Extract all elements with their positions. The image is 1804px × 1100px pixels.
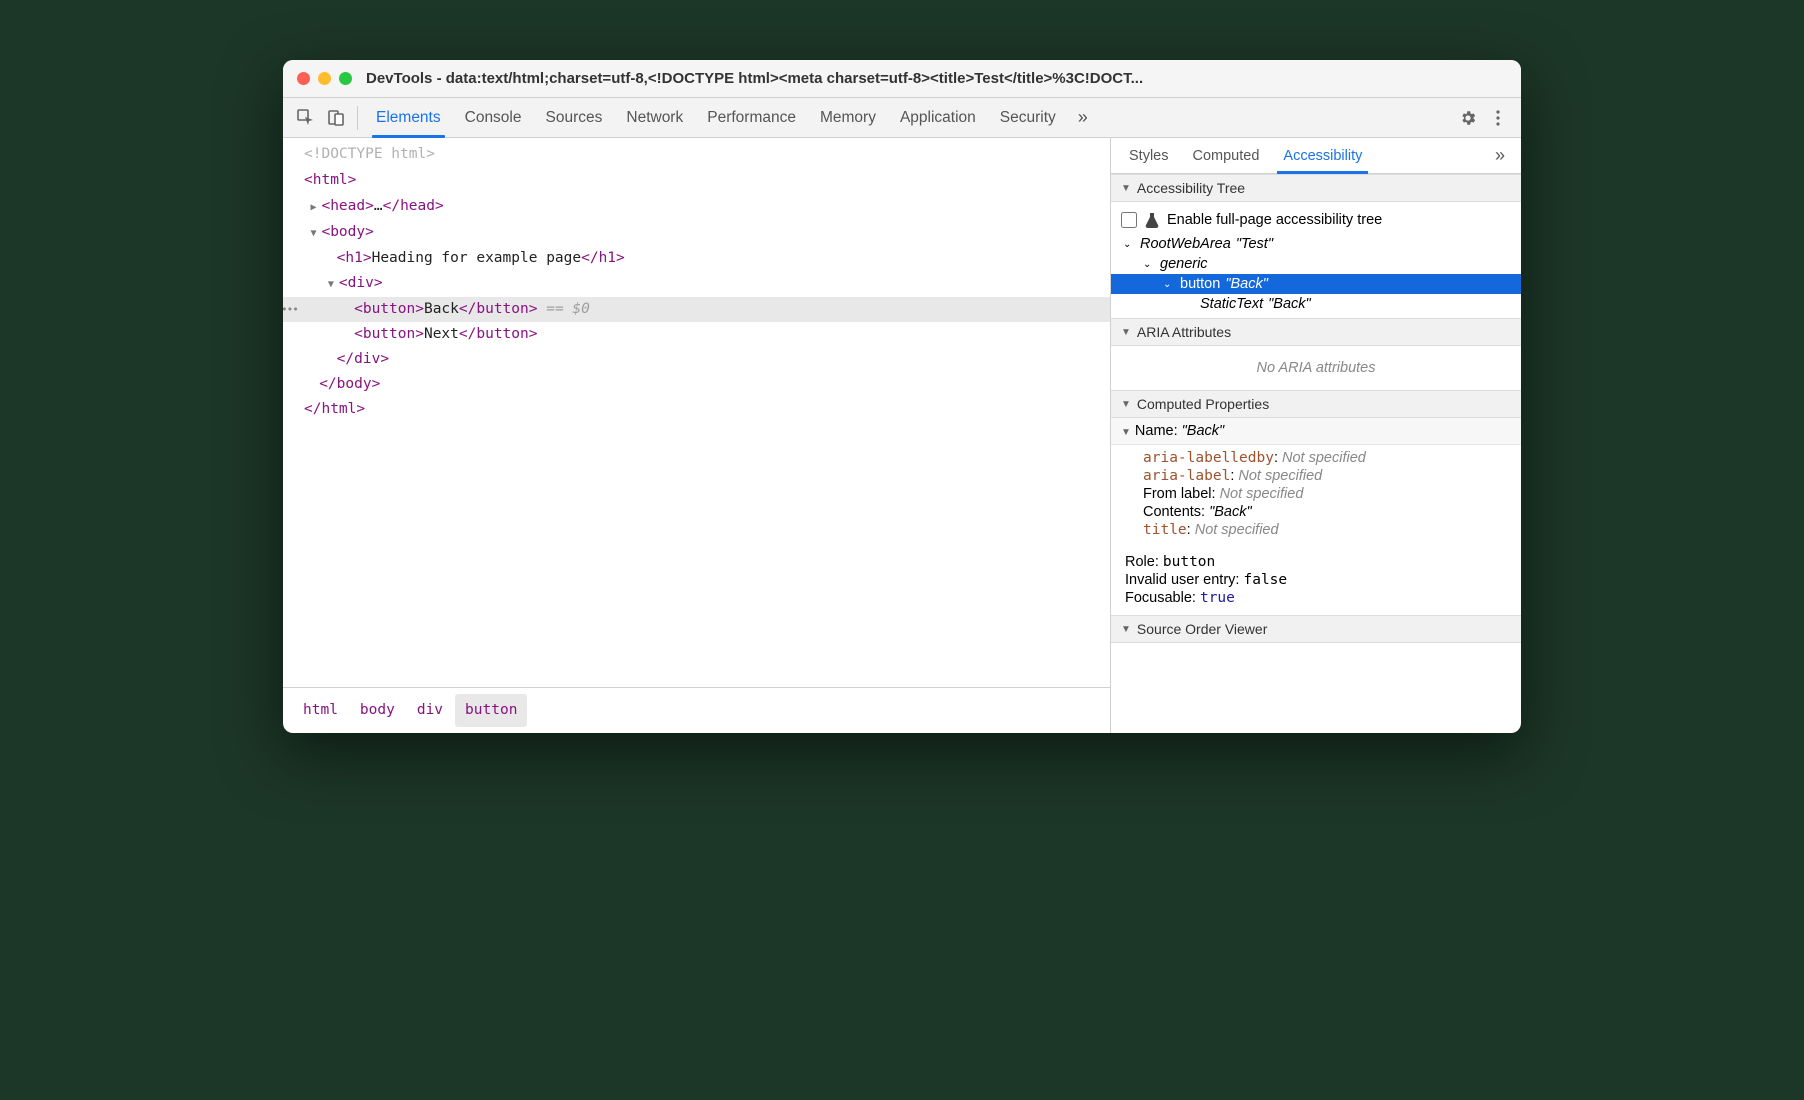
aria-body: No ARIA attributes (1111, 346, 1521, 390)
aria-empty-message: No ARIA attributes (1111, 350, 1521, 386)
prop-from-label: From label: Not specified (1143, 485, 1507, 503)
doctype-node[interactable]: <!DOCTYPE html> (304, 146, 435, 162)
main-toolbar: Elements Console Sources Network Perform… (283, 98, 1521, 138)
crumb-div[interactable]: div (407, 694, 453, 727)
more-tabs-icon[interactable]: » (1068, 107, 1098, 128)
device-toggle-icon[interactable] (321, 103, 351, 133)
subtab-accessibility[interactable]: Accessibility (1271, 138, 1374, 173)
prop-invalid: Invalid user entry: false (1125, 571, 1507, 589)
tab-network[interactable]: Network (614, 98, 695, 137)
more-subtabs-icon[interactable]: » (1485, 145, 1515, 166)
subtab-computed[interactable]: Computed (1181, 138, 1272, 173)
dom-tree[interactable]: <!DOCTYPE html> <html> ▶<head>…</head> ▼… (283, 138, 1110, 687)
beaker-icon (1145, 212, 1159, 228)
prop-aria-labelledby: aria-labelledby: Not specified (1143, 449, 1507, 467)
side-panel: Styles Computed Accessibility » ▼Accessi… (1111, 138, 1521, 733)
tab-elements[interactable]: Elements (364, 98, 453, 137)
h1-tag[interactable]: h1 (345, 250, 362, 266)
side-subtabs: Styles Computed Accessibility » (1111, 138, 1521, 174)
close-window-button[interactable] (297, 72, 310, 85)
section-source-order[interactable]: ▼Source Order Viewer (1111, 615, 1521, 643)
section-accessibility-tree[interactable]: ▼Accessibility Tree (1111, 174, 1521, 202)
html-open-tag[interactable]: html (313, 172, 348, 188)
computed-name-sources: aria-labelledby: Not specified aria-labe… (1111, 445, 1521, 549)
settings-gear-icon[interactable] (1453, 103, 1483, 133)
body-open-tag[interactable]: body (330, 224, 365, 240)
subtab-styles[interactable]: Styles (1117, 138, 1181, 173)
prop-focusable: Focusable: true (1125, 589, 1507, 607)
maximize-window-button[interactable] (339, 72, 352, 85)
section-aria-attributes[interactable]: ▼ARIA Attributes (1111, 318, 1521, 346)
div-open-tag[interactable]: div (348, 275, 374, 291)
tab-security[interactable]: Security (988, 98, 1068, 137)
crumb-html[interactable]: html (293, 694, 348, 727)
content-area: <!DOCTYPE html> <html> ▶<head>…</head> ▼… (283, 138, 1521, 733)
tree-generic[interactable]: ⌄generic (1111, 254, 1521, 274)
html-close-tag[interactable]: html (321, 401, 356, 417)
crumb-body[interactable]: body (350, 694, 405, 727)
tab-console[interactable]: Console (453, 98, 534, 137)
enable-full-tree-row: Enable full-page accessibility tree (1111, 206, 1521, 234)
body-close-tag[interactable]: body (337, 376, 372, 392)
crumb-button[interactable]: button (455, 694, 527, 727)
enable-full-tree-checkbox[interactable] (1121, 212, 1137, 228)
accessibility-tree-body: Enable full-page accessibility tree ⌄Roo… (1111, 202, 1521, 318)
selected-dom-node[interactable]: <button>Back</button> == $0 (283, 297, 1110, 322)
tab-sources[interactable]: Sources (534, 98, 615, 137)
prop-aria-label: aria-label: Not specified (1143, 467, 1507, 485)
computed-name-row[interactable]: ▼Name: "Back" (1111, 418, 1521, 445)
head-tag[interactable]: head (330, 198, 365, 214)
devtools-window: DevTools - data:text/html;charset=utf-8,… (283, 60, 1521, 733)
breadcrumb: html body div button (283, 687, 1110, 733)
tree-root[interactable]: ⌄RootWebArea "Test" (1111, 234, 1521, 254)
main-tabs: Elements Console Sources Network Perform… (364, 98, 1068, 137)
tree-button-selected[interactable]: ⌄button "Back" (1111, 274, 1521, 294)
prop-role: Role: button (1125, 553, 1507, 571)
tab-application[interactable]: Application (888, 98, 988, 137)
kebab-menu-icon[interactable] (1483, 103, 1513, 133)
section-computed-properties[interactable]: ▼Computed Properties (1111, 390, 1521, 418)
toolbar-separator (357, 106, 358, 130)
inspect-icon[interactable] (291, 103, 321, 133)
window-controls (297, 72, 352, 85)
prop-title: title: Not specified (1143, 521, 1507, 539)
titlebar: DevTools - data:text/html;charset=utf-8,… (283, 60, 1521, 98)
tree-static-text[interactable]: StaticText "Back" (1111, 294, 1521, 314)
window-title: DevTools - data:text/html;charset=utf-8,… (366, 70, 1143, 87)
div-close-tag[interactable]: div (354, 351, 380, 367)
elements-panel: <!DOCTYPE html> <html> ▶<head>…</head> ▼… (283, 138, 1111, 733)
tab-memory[interactable]: Memory (808, 98, 888, 137)
computed-other-props: Role: button Invalid user entry: false F… (1111, 549, 1521, 615)
minimize-window-button[interactable] (318, 72, 331, 85)
tab-performance[interactable]: Performance (695, 98, 808, 137)
button-next-tag[interactable]: button (363, 326, 415, 342)
enable-full-tree-label: Enable full-page accessibility tree (1167, 212, 1382, 228)
prop-contents: Contents: "Back" (1143, 503, 1507, 521)
